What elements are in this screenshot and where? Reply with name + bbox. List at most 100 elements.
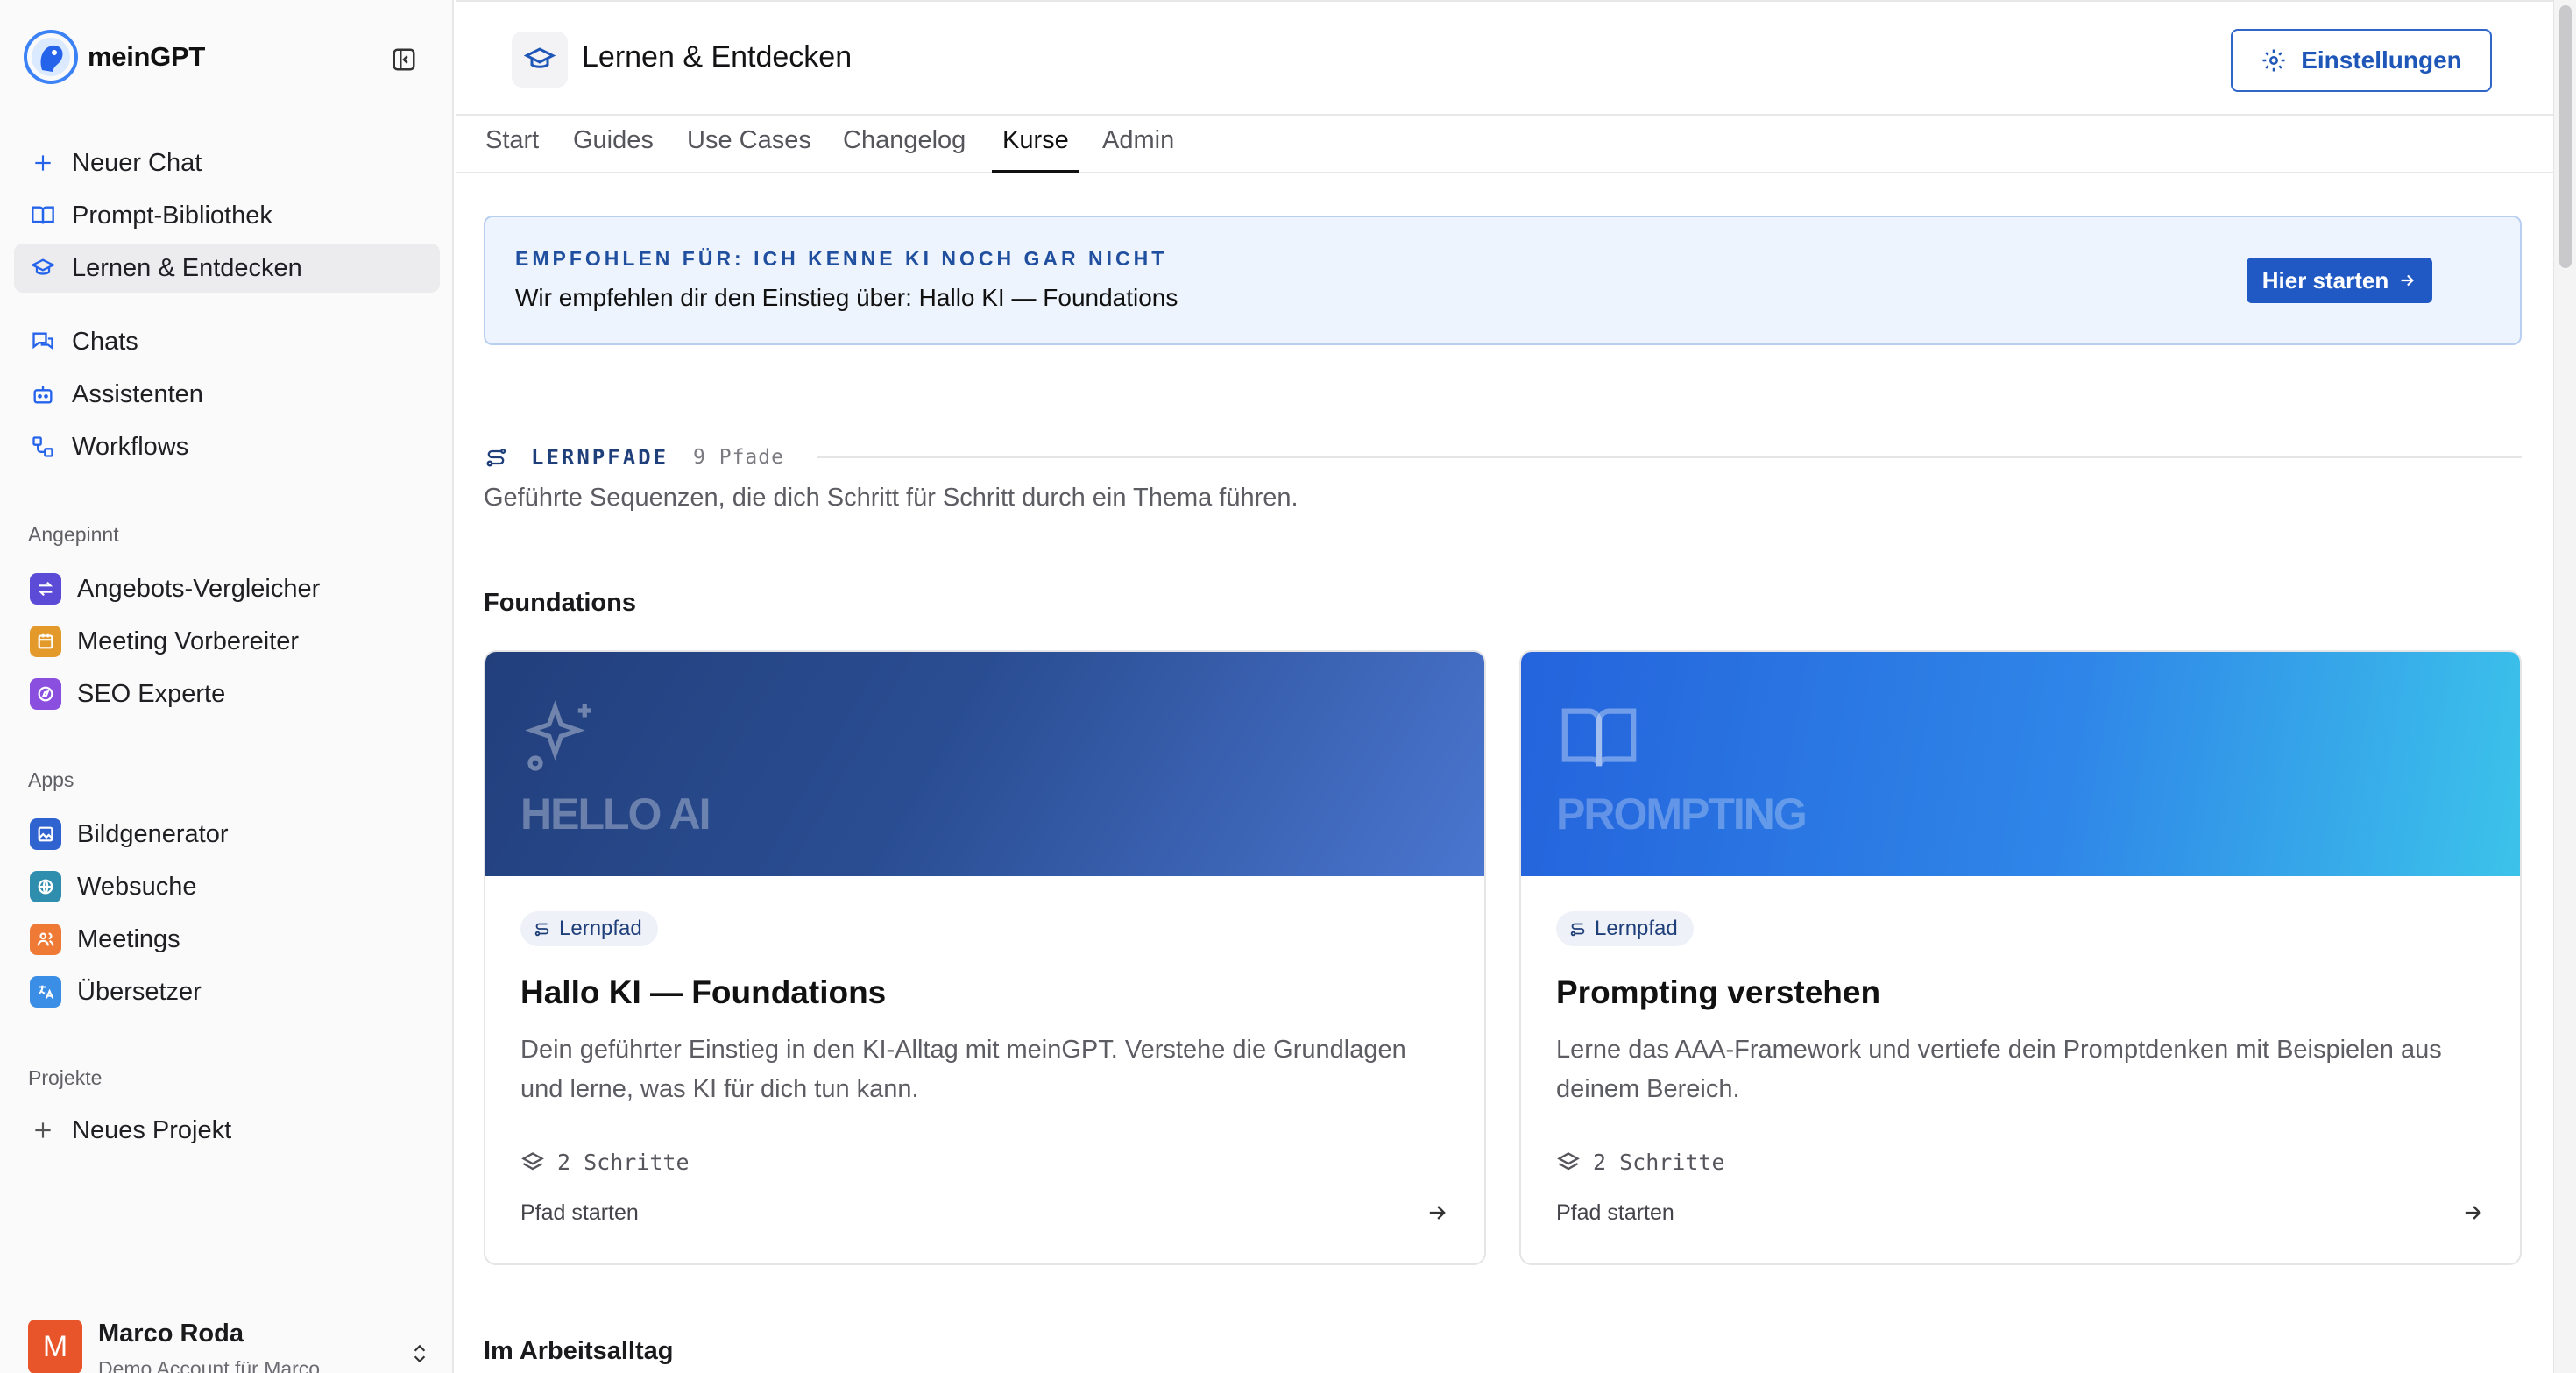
sidebar-item-label: Workflows — [72, 432, 189, 461]
course-card-hallo-ki[interactable]: HELLO AI Lernpfad Hallo KI — Foundations… — [484, 650, 1486, 1265]
hier-starten-button[interactable]: Hier starten — [2247, 258, 2432, 303]
tab-start[interactable]: Start — [485, 126, 539, 173]
course-card-prompting[interactable]: PROMPTING Lernpfad Prompting verstehen L… — [1519, 650, 2522, 1265]
route-icon — [534, 923, 549, 937]
sidebar-item-bildgenerator[interactable]: Bildgenerator — [14, 810, 440, 859]
sidebar-item-neuer-chat[interactable]: Neuer Chat — [14, 138, 440, 188]
sidebar-item-websuche[interactable]: Websuche — [14, 862, 440, 911]
tab-guides[interactable]: Guides — [573, 126, 654, 173]
layers-icon — [1557, 1151, 1580, 1170]
calendar-icon — [30, 626, 61, 657]
compare-arrows-icon — [30, 573, 61, 605]
sidebar-item-lernen-entdecken[interactable]: Lernen & Entdecken — [14, 244, 440, 293]
sidebar-item-prompt-bibliothek[interactable]: Prompt-Bibliothek — [14, 191, 440, 240]
sidebar-item-meeting-vorbereiter[interactable]: Meeting Vorbereiter — [14, 617, 440, 666]
sidebar-apps-section: Apps Bildgenerator Websuche Meetings Übe… — [14, 762, 440, 1020]
chats-icon — [30, 329, 56, 355]
page-title: Lernen & Entdecken — [582, 40, 853, 74]
card-title: Prompting verstehen — [1556, 974, 1881, 1010]
route-icon — [486, 448, 506, 467]
tab-changelog[interactable]: Changelog — [843, 126, 966, 173]
gear-icon — [2262, 49, 2285, 72]
pfad-starten-link[interactable]: Pfad starten — [520, 1200, 639, 1226]
card-steps: 2 Schritte — [520, 1150, 690, 1175]
sidebar-item-label: Prompt-Bibliothek — [72, 201, 272, 230]
page-scrollbar[interactable] — [2553, 0, 2576, 1373]
recommendation-banner: EMPFOHLEN FÜR: ICH KENNE KI NOCH GAR NIC… — [484, 216, 2522, 345]
brand[interactable]: meinGPT — [23, 26, 205, 88]
sidebar-tools-nav: Chats Assistenten Workflows — [14, 317, 440, 475]
tab-use-cases[interactable]: Use Cases — [687, 126, 811, 173]
bot-icon — [30, 381, 56, 407]
pfad-starten-link[interactable]: Pfad starten — [1556, 1200, 1674, 1226]
card-hero: PROMPTING — [1521, 652, 2520, 876]
pinned-section-label: Angepinnt — [28, 522, 119, 546]
settings-button[interactable]: Einstellungen — [2231, 29, 2492, 92]
sidebar-toggle-icon — [393, 48, 415, 71]
card-title: Hallo KI — Foundations — [520, 974, 887, 1010]
plus-icon — [30, 1117, 56, 1143]
sidebar-item-label: Meeting Vorbereiter — [77, 626, 300, 655]
graduation-cap-icon — [512, 32, 568, 88]
layers-icon — [521, 1151, 544, 1170]
user-menu[interactable]: M Marco Roda Demo Account für Marco — [28, 1320, 431, 1373]
banner-label: EMPFOHLEN FÜR: ICH KENNE KI NOCH GAR NIC… — [515, 247, 1168, 270]
card-description: Lerne das AAA-Framework und vertiefe dei… — [1556, 1036, 2442, 1103]
image-icon — [30, 818, 61, 850]
settings-button-label: Einstellungen — [2301, 46, 2462, 74]
arrow-right-icon[interactable] — [2460, 1200, 2485, 1225]
sparkles-icon — [525, 700, 591, 771]
chevrons-up-down-icon — [414, 1344, 426, 1363]
lernpfad-badge: Lernpfad — [1556, 911, 1694, 946]
sidebar-item-chats[interactable]: Chats — [14, 317, 440, 366]
divider — [817, 456, 2522, 458]
sidebar-pinned-section: Angepinnt Angebots-Vergleicher Meeting V… — [14, 517, 440, 722]
card-steps: 2 Schritte — [1556, 1150, 1725, 1175]
scrollbar-thumb[interactable] — [2559, 5, 2572, 268]
collapse-sidebar-button[interactable] — [389, 45, 419, 74]
book-open-icon — [1561, 708, 1637, 767]
tab-kurse[interactable]: Kurse — [992, 126, 1079, 173]
badge-label: Lernpfad — [1595, 917, 1678, 940]
sidebar-item-label: Bildgenerator — [77, 819, 229, 848]
card-hero: HELLO AI — [485, 652, 1484, 876]
sidebar-item-uebersetzer[interactable]: Übersetzer — [14, 967, 440, 1016]
group-title-arbeitsalltag: Im Arbeitsalltag — [484, 1337, 674, 1365]
users-icon — [30, 924, 61, 955]
lernpfade-description: Geführte Sequenzen, die dich Schritt für… — [484, 484, 1299, 512]
compass-icon — [30, 678, 61, 710]
sidebar-projects-section: Projekte Neues Projekt — [14, 1060, 440, 1158]
card-hero-text: HELLO AI — [520, 789, 711, 839]
sidebar-main-nav: Neuer Chat Prompt-Bibliothek Lernen & En… — [14, 138, 440, 296]
tab-admin[interactable]: Admin — [1102, 126, 1174, 173]
sidebar-item-label: Websuche — [77, 872, 197, 901]
projects-section-label: Projekte — [28, 1065, 103, 1089]
lernpfad-badge: Lernpfad — [520, 911, 658, 946]
new-project-button[interactable]: Neues Projekt — [14, 1106, 440, 1155]
lernpfade-title: LERNPFADE — [531, 445, 669, 470]
sidebar-item-label: Meetings — [77, 924, 180, 953]
sidebar-item-seo-experte[interactable]: SEO Experte — [14, 669, 440, 718]
sidebar-item-label: Angebots-Vergleicher — [77, 574, 321, 603]
translate-icon — [30, 976, 61, 1008]
user-name: Marco Roda — [98, 1320, 244, 1348]
sidebar-item-workflows[interactable]: Workflows — [14, 422, 440, 471]
card-steps-label: 2 Schritte — [557, 1150, 690, 1175]
card-hero-text: PROMPTING — [1556, 789, 1808, 839]
arrow-right-icon[interactable] — [1425, 1200, 1449, 1225]
arrow-right-icon — [2401, 274, 2415, 287]
card-steps-label: 2 Schritte — [1593, 1150, 1725, 1175]
apps-section-label: Apps — [28, 768, 74, 791]
brand-name: meinGPT — [88, 41, 205, 72]
sidebar-item-angebots-vergleicher[interactable]: Angebots-Vergleicher — [14, 564, 440, 613]
hier-starten-label: Hier starten — [2261, 266, 2389, 294]
sidebar-item-assistenten[interactable]: Assistenten — [14, 370, 440, 419]
sidebar-item-label: Übersetzer — [77, 977, 202, 1006]
sidebar: meinGPT Neuer Chat Prompt-Bibliothek Ler… — [0, 0, 454, 1373]
avatar: M — [28, 1320, 82, 1373]
main-content: Lernen & Entdecken Einstellungen Start G… — [456, 0, 2553, 1373]
banner-text: Wir empfehlen dir den Einstieg über: Hal… — [515, 284, 1178, 311]
sidebar-item-meetings[interactable]: Meetings — [14, 915, 440, 964]
sidebar-item-label: SEO Experte — [77, 679, 226, 708]
sidebar-item-label: Neuer Chat — [72, 148, 202, 177]
